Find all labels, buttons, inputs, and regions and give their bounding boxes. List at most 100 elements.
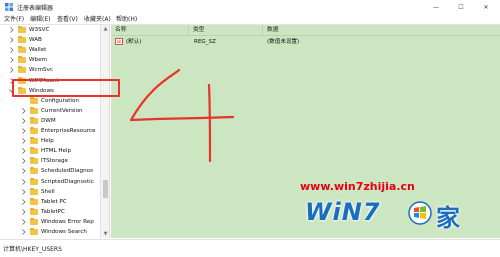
tree-item[interactable]: CurrentVersion <box>0 106 100 116</box>
title-bar: 注册表编辑器 — ☐ ✕ <box>0 0 500 14</box>
tree-item[interactable]: WAB <box>0 35 100 45</box>
registry-editor-icon <box>5 3 13 11</box>
tree-item-label: DWM <box>41 117 56 124</box>
watermark-brand-char: 家 <box>436 204 460 232</box>
tree-item-label: WAB <box>29 37 42 44</box>
tree-item[interactable]: Wallet <box>0 45 100 55</box>
chevron-right-icon[interactable] <box>21 229 26 235</box>
tree-item[interactable]: ScheduledDiagnos <box>0 166 100 176</box>
menu-help[interactable]: 帮助(H) <box>116 15 137 24</box>
value-name: (默认) <box>126 39 142 45</box>
tree-item-label: WcmSvc <box>29 67 53 74</box>
folder-icon <box>30 96 38 104</box>
tree-item-label: HTML Help <box>41 148 72 155</box>
chevron-right-icon[interactable] <box>21 198 26 205</box>
folder-icon <box>30 207 38 215</box>
chevron-right-icon[interactable] <box>21 148 26 154</box>
tree-item[interactable]: Windows Error Rep <box>0 217 100 227</box>
tree-item-label: TabletPC <box>41 208 65 215</box>
windows-key-highlight <box>12 79 120 97</box>
tree-scrollbar[interactable]: ▲ ▼ <box>100 25 109 238</box>
folder-icon <box>30 127 38 134</box>
watermark-brand-text: WiN7 <box>305 198 381 226</box>
close-button[interactable]: ✕ <box>474 0 498 14</box>
chevron-right-icon[interactable] <box>21 108 26 114</box>
scroll-thumb[interactable] <box>103 180 108 198</box>
tree-item[interactable]: W3SVC <box>0 25 100 35</box>
menu-edit[interactable]: 编辑(E) <box>30 15 50 24</box>
folder-icon <box>30 228 38 235</box>
registry-tree[interactable]: W3SVC WAB Wallet Wbem WcmSvc WIMMount Windows C… <box>0 25 110 238</box>
chevron-right-icon[interactable] <box>9 37 14 43</box>
chevron-right-icon[interactable] <box>9 67 14 74</box>
chevron-right-icon[interactable] <box>21 178 26 185</box>
menu-view[interactable]: 查看(V) <box>57 15 78 24</box>
folder-icon <box>30 116 38 124</box>
column-header-type[interactable]: 类型 <box>189 25 263 35</box>
tree-item[interactable]: Shell <box>0 187 100 197</box>
tree-item[interactable]: ScriptedDiagnostic <box>0 177 100 187</box>
folder-icon <box>30 217 38 225</box>
minimize-button[interactable]: — <box>424 0 448 14</box>
tree-item[interactable]: Tablet PC <box>0 197 100 207</box>
tree-item-label: EnterpriseResource <box>41 128 96 134</box>
tree-item-label: ScheduledDiagnos <box>41 168 93 175</box>
tree-item[interactable]: Configuration <box>0 96 100 106</box>
tree-item-label: Tablet PC <box>41 198 67 205</box>
chevron-right-icon[interactable] <box>21 158 26 165</box>
column-header-name[interactable]: 名称 <box>111 25 189 35</box>
tree-item-label: Configuration <box>41 97 79 104</box>
folder-icon <box>30 177 38 185</box>
folder-icon <box>30 157 38 165</box>
tree-item-label: Wallet <box>29 47 47 54</box>
string-value-icon: ab <box>115 38 123 45</box>
folder-icon <box>30 147 38 155</box>
chevron-right-icon[interactable] <box>21 168 26 175</box>
folder-icon <box>18 56 26 64</box>
tree-item-label: Windows Search <box>41 229 87 235</box>
tree-item[interactable]: Wbem <box>0 55 100 65</box>
tree-item[interactable]: HTML Help <box>0 146 100 156</box>
folder-icon <box>18 66 26 74</box>
maximize-button[interactable]: ☐ <box>449 0 473 14</box>
folder-icon <box>30 167 38 175</box>
watermark-logo: WiN7 家 <box>305 196 495 236</box>
menu-favorites[interactable]: 收藏夹(A) <box>84 15 111 24</box>
tree-item-label: W3SVC <box>29 27 50 33</box>
chevron-right-icon[interactable] <box>21 118 26 124</box>
scroll-up-arrow-icon[interactable]: ▲ <box>102 26 109 32</box>
menu-file[interactable]: 文件(F) <box>4 15 24 24</box>
value-type: REG_SZ <box>194 39 216 45</box>
scroll-down-arrow-icon[interactable]: ▼ <box>102 231 109 237</box>
chevron-right-icon[interactable] <box>21 219 26 225</box>
status-bar: 计算机\HKEY_USERS <box>0 239 500 257</box>
folder-icon <box>30 137 38 145</box>
chevron-right-icon[interactable] <box>9 57 14 64</box>
tree-item[interactable]: Help <box>0 136 100 146</box>
folder-icon <box>18 36 26 44</box>
chevron-right-icon[interactable] <box>9 47 14 53</box>
window-title: 注册表编辑器 <box>17 5 54 12</box>
tree-item[interactable]: ITStorage <box>0 156 100 166</box>
tree-item-label: CurrentVersion <box>41 107 83 114</box>
tree-item[interactable]: EnterpriseResource <box>0 126 100 136</box>
tree-item[interactable]: DWM <box>0 116 100 126</box>
chevron-right-icon[interactable] <box>21 209 26 215</box>
header-divider <box>111 35 500 36</box>
tree-item[interactable]: TabletPC <box>0 207 100 217</box>
folder-icon <box>30 187 38 195</box>
chevron-right-icon[interactable] <box>21 138 26 144</box>
tree-item[interactable]: Windows Search <box>0 227 100 237</box>
chevron-right-icon[interactable] <box>9 27 14 33</box>
chevron-right-icon[interactable] <box>21 188 26 195</box>
tree-item-label: ScriptedDiagnostic <box>41 178 94 185</box>
table-row[interactable]: ab (默认) REG_SZ (数值未设置) <box>111 37 500 47</box>
tree-item-label: ITStorage <box>41 158 68 165</box>
column-header-data[interactable]: 数据 <box>263 25 500 35</box>
folder-icon <box>30 106 38 114</box>
folder-icon <box>30 197 38 205</box>
tree-item[interactable]: WcmSvc <box>0 65 100 75</box>
value-data: (数值未设置) <box>267 39 300 45</box>
chevron-right-icon[interactable] <box>21 128 26 134</box>
tree-item-label: Windows Error Rep <box>41 218 94 225</box>
